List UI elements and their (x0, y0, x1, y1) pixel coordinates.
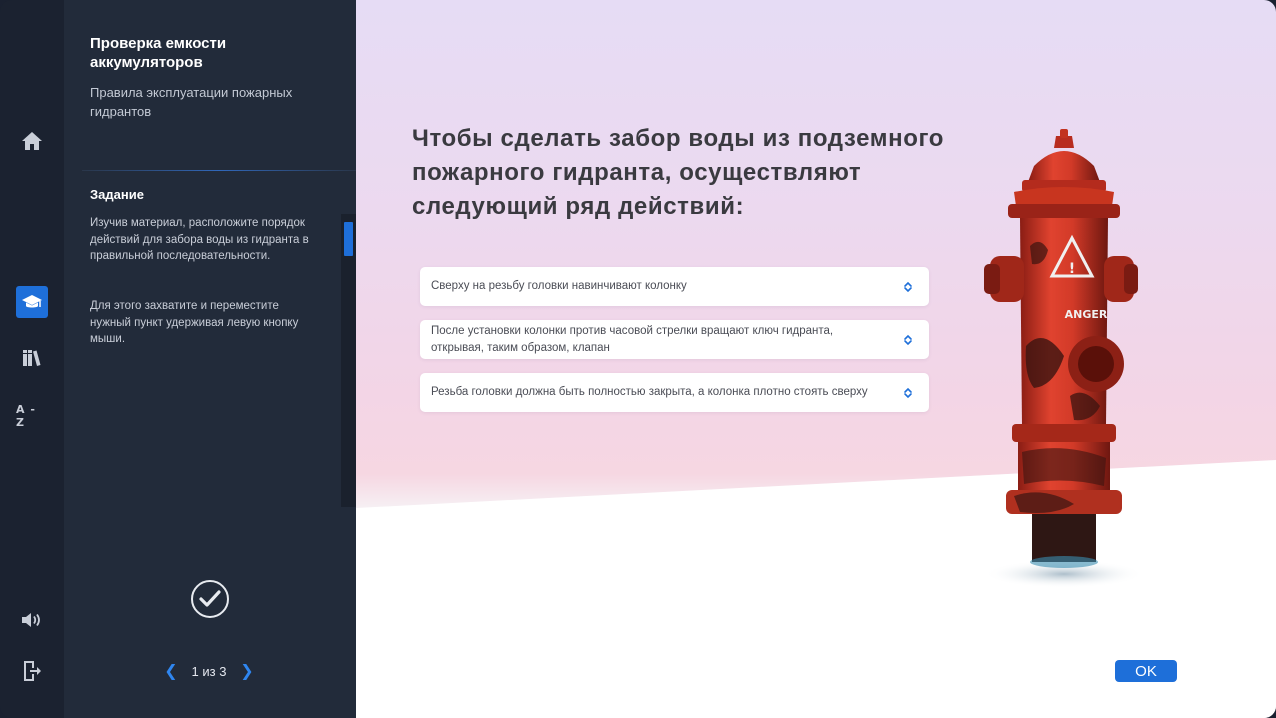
course-title: Проверка емкости аккумуляторов (90, 35, 227, 71)
graduation-cap-icon[interactable] (16, 286, 48, 318)
reorder-icon[interactable] (900, 278, 915, 295)
app-window: A - Z Проверка емкости аккумуляторов Пра… (0, 0, 1276, 718)
next-page-button[interactable]: ❯ (240, 661, 254, 681)
reorder-icon[interactable] (900, 331, 915, 348)
option-text: После установки колонки против часовой с… (431, 325, 834, 354)
exit-icon[interactable] (16, 655, 48, 687)
ok-button[interactable]: OK (1115, 660, 1177, 682)
library-icon[interactable] (16, 342, 48, 374)
panel-scrollbar[interactable] (341, 214, 356, 507)
home-icon[interactable] (16, 125, 48, 157)
course-subtitle: Правила эксплуатации пожарных гидрантов (90, 85, 293, 119)
fire-hydrant-illustration: ! ANGER (984, 129, 1144, 588)
prev-page-button[interactable]: ❮ (164, 661, 178, 681)
pager-indicator: 1 из 3 (191, 663, 227, 679)
sortable-option[interactable]: Резьба головки должна быть полностью зак… (420, 373, 929, 412)
pager: ❮ 1 из 3 ❯ (164, 662, 254, 680)
task-instructions: Изучив материал, расположите порядок дей… (90, 217, 309, 262)
task-drag-hint: Для этого захватите и переместите нужный… (90, 300, 299, 345)
task-panel: Проверка емкости аккумуляторов Правила э… (64, 0, 356, 718)
icon-rail: A - Z (0, 0, 64, 718)
scrollbar-thumb[interactable] (344, 222, 353, 256)
main-content: Чтобы сделать забор воды из подземного п… (356, 0, 1276, 718)
sortable-option[interactable]: После установки колонки против часовой с… (420, 320, 929, 359)
check-answer-button[interactable] (191, 580, 229, 618)
option-text: Резьба головки должна быть полностью зак… (431, 386, 868, 399)
sortable-option[interactable]: Сверху на резьбу головки навинчивают кол… (420, 267, 929, 306)
check-icon (199, 590, 221, 607)
az-glossary-icon[interactable]: A - Z (16, 400, 48, 432)
svg-text:!: ! (1069, 261, 1075, 277)
volume-icon[interactable] (16, 604, 48, 636)
hydrant-sign-text: ANGER (1065, 308, 1108, 321)
task-heading: Задание (90, 187, 144, 202)
option-text: Сверху на резьбу головки навинчивают кол… (431, 280, 687, 293)
reorder-icon[interactable] (900, 384, 915, 401)
panel-divider (82, 170, 356, 171)
question-heading: Чтобы сделать забор воды из подземного п… (412, 125, 945, 220)
